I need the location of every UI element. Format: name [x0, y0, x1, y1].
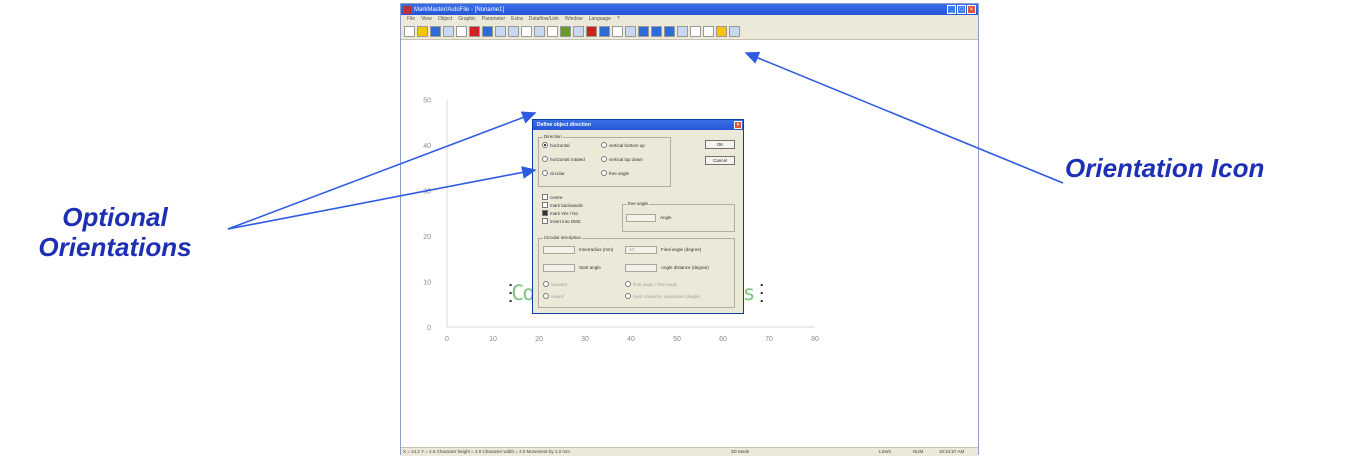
orientation-icon-callout: Orientation Icon — [1065, 153, 1265, 183]
arrow-to-direction-group — [227, 111, 537, 230]
arrow-to-orientation-icon — [744, 51, 1064, 184]
arrow-to-options — [227, 166, 537, 230]
optional-orientations-callout: Optional Orientations — [38, 202, 192, 262]
